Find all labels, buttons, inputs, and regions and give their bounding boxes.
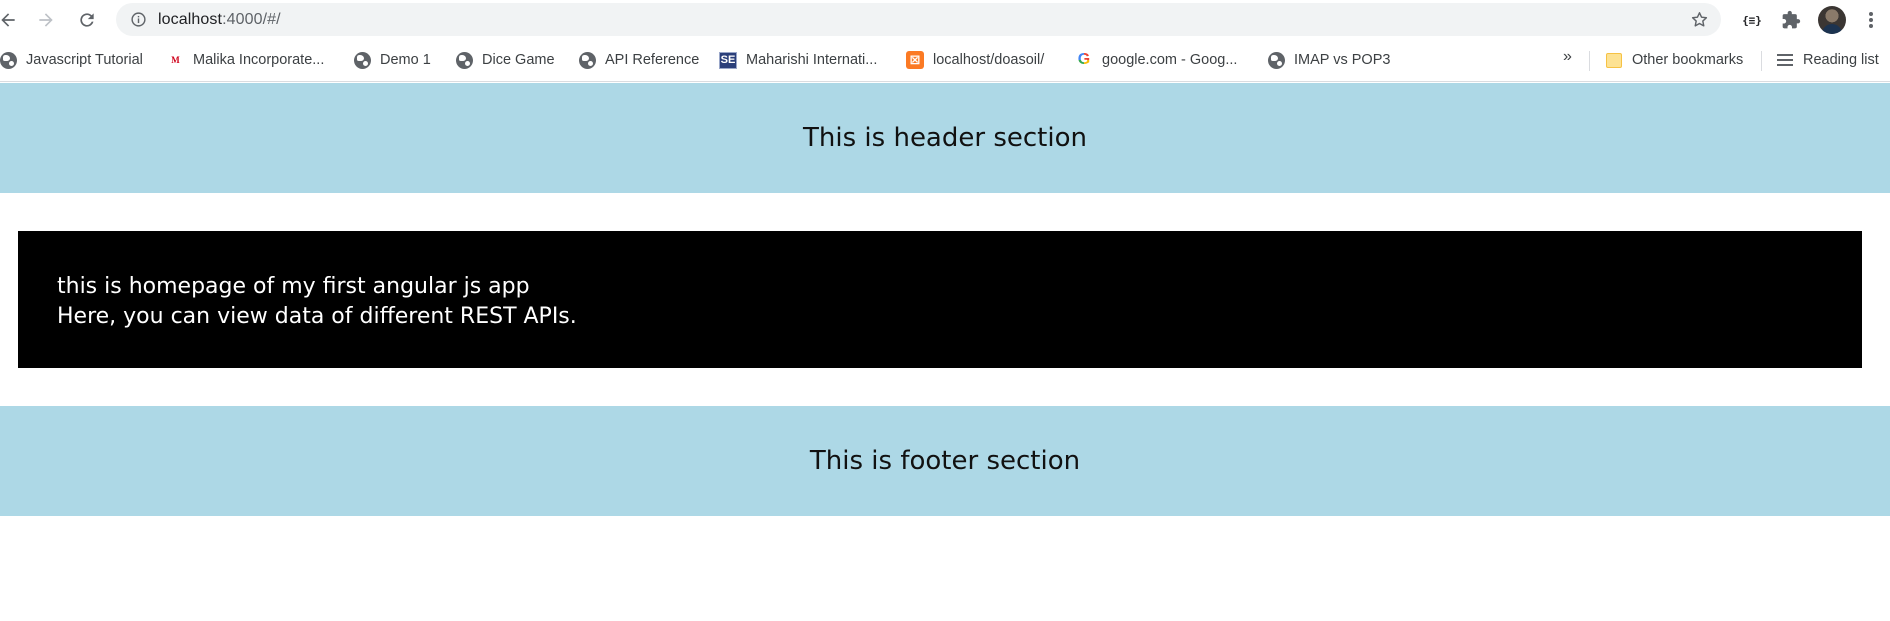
bookmarks-divider — [1589, 51, 1590, 71]
bookmark-label: API Reference — [605, 52, 700, 68]
forward-button[interactable] — [32, 6, 60, 34]
globe-icon — [455, 51, 473, 69]
reading-list[interactable]: Reading list — [1776, 48, 1879, 72]
xampp-favicon-icon: ⊠ — [906, 51, 924, 69]
reload-icon — [80, 13, 94, 27]
bookmark-label: Dice Game — [482, 52, 555, 68]
url-path: :4000/#/ — [222, 11, 281, 28]
arrow-left-icon — [1, 13, 15, 27]
bookmark-imap-vs-pop3[interactable]: IMAP vs POP3 — [1267, 48, 1390, 72]
bookmark-demo-1[interactable]: Demo 1 — [353, 48, 431, 72]
back-button[interactable] — [0, 6, 22, 34]
header-section: This is header section — [0, 83, 1890, 193]
json-extension-icon[interactable]: {≡} — [1740, 8, 1764, 32]
footer-section: This is footer section — [0, 406, 1890, 516]
bookmark-maharishi[interactable]: SE Maharishi Internati... — [719, 48, 877, 72]
folder-icon — [1605, 51, 1623, 69]
other-bookmarks[interactable]: Other bookmarks — [1605, 48, 1743, 72]
reading-list-icon — [1776, 51, 1794, 69]
bookmark-google[interactable]: G google.com - Goog... — [1075, 48, 1238, 72]
bookmark-label: IMAP vs POP3 — [1294, 52, 1391, 68]
menu-dots-icon[interactable] — [1862, 9, 1880, 31]
malika-favicon-icon: M — [171, 55, 180, 65]
bookmark-label: Demo 1 — [380, 52, 431, 68]
reload-button[interactable] — [73, 6, 101, 34]
se-favicon-icon: SE — [719, 51, 737, 69]
star-icon[interactable] — [1690, 10, 1709, 29]
main-line-2: Here, you can view data of different RES… — [57, 304, 577, 329]
bookmark-label: google.com - Goog... — [1102, 52, 1238, 68]
extensions-puzzle-icon[interactable] — [1779, 8, 1803, 32]
bookmark-label: Malika Incorporate... — [193, 52, 325, 68]
info-icon[interactable] — [130, 11, 147, 28]
url-text[interactable]: localhost:4000/#/ — [158, 3, 281, 36]
globe-icon — [578, 51, 596, 69]
bookmark-localhost-doasoil[interactable]: ⊠ localhost/doasoil/ — [906, 48, 1044, 72]
bookmark-label: Maharishi Internati... — [746, 52, 878, 68]
globe-icon — [1267, 51, 1285, 69]
main-line-1: this is homepage of my first angular js … — [57, 274, 530, 299]
bookmark-javascript-tutorial[interactable]: Javascript Tutorial — [0, 48, 143, 72]
globe-icon — [353, 51, 371, 69]
other-bookmarks-label: Other bookmarks — [1632, 52, 1744, 68]
bookmarks-overflow-chevron-icon[interactable]: » — [1563, 48, 1572, 66]
bookmark-malika[interactable]: M Malika Incorporate... — [166, 48, 324, 72]
browser-toolbar: localhost:4000/#/ {≡} — [0, 0, 1890, 39]
bookmark-api-reference[interactable]: API Reference — [578, 48, 699, 72]
url-host: localhost — [158, 11, 223, 28]
globe-icon — [0, 51, 17, 69]
arrow-right-icon — [39, 13, 53, 27]
footer-text: This is footer section — [809, 446, 1081, 476]
profile-avatar[interactable] — [1818, 6, 1846, 34]
main-content-section: this is homepage of my first angular js … — [18, 231, 1862, 368]
reading-list-label: Reading list — [1803, 52, 1879, 68]
bookmarks-bar: Javascript Tutorial M Malika Incorporate… — [0, 39, 1890, 82]
address-bar[interactable]: localhost:4000/#/ — [116, 3, 1721, 36]
bookmarks-divider — [1761, 51, 1762, 71]
bookmark-label: localhost/doasoil/ — [933, 52, 1045, 68]
header-text: This is header section — [803, 123, 1087, 153]
bookmark-dice-game[interactable]: Dice Game — [455, 48, 555, 72]
bookmark-label: Javascript Tutorial — [26, 52, 143, 68]
google-favicon-icon: G — [1075, 51, 1093, 69]
